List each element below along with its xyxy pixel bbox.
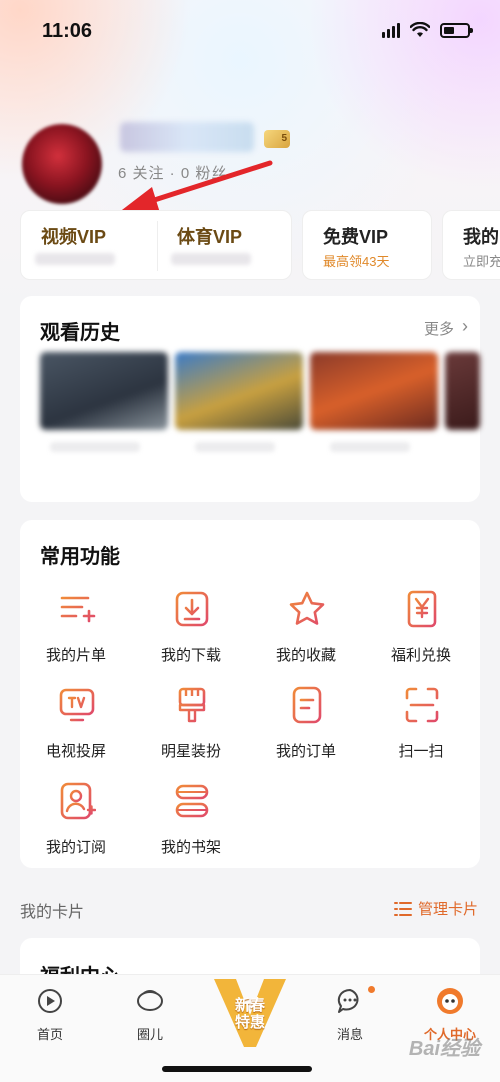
video-vip-status-redacted <box>35 253 115 265</box>
history-thumbnail[interactable] <box>40 352 168 430</box>
scan-icon <box>405 687 439 723</box>
welfare-exchange-button[interactable]: 福利兑换 <box>371 590 471 680</box>
my-playlist-label: 我的片单 <box>45 647 106 664</box>
star-dressup-label: 明星装扮 <box>160 743 221 760</box>
promo-text: 新春 特惠 <box>212 997 288 1031</box>
bookshelf-icon <box>175 784 209 818</box>
promo-line-2: 特惠 <box>234 1014 265 1031</box>
status-icons <box>382 22 473 38</box>
welfare-exchange-label: 福利兑换 <box>390 647 451 664</box>
home-indicator <box>162 1066 312 1072</box>
tab-home-label: 首页 <box>36 1027 63 1042</box>
status-time: 11:06 <box>42 20 93 42</box>
video-vip-title: 视频VIP <box>41 227 107 247</box>
history-caption-redacted <box>330 442 410 452</box>
watch-history-title: 观看历史 <box>40 322 120 344</box>
my-playlist-button[interactable]: 我的片单 <box>26 590 126 680</box>
vip-card-row: 视频VIP 体育VIP 免费VIP 最高领43天 我的 立即充 <box>20 210 500 280</box>
sports-vip-title: 体育VIP <box>177 227 243 247</box>
subscribe-icon <box>60 782 96 820</box>
scan-button[interactable]: 扫一扫 <box>371 686 471 776</box>
history-caption-redacted <box>195 442 275 452</box>
new-year-promo-button[interactable]: 新春 特惠 <box>212 975 288 1051</box>
video-vip-card[interactable]: 视频VIP <box>21 211 157 281</box>
free-vip-title: 免费VIP <box>323 227 389 247</box>
username-redacted[interactable] <box>120 122 254 152</box>
list-icon <box>393 901 412 916</box>
history-thumbnail[interactable] <box>445 352 480 430</box>
battery-icon <box>440 22 473 38</box>
status-bar: 11:06 <box>0 0 500 62</box>
yen-icon <box>407 590 437 628</box>
manage-cards-button[interactable]: 管理卡片 <box>393 898 478 919</box>
vip-membership-card: 视频VIP 体育VIP <box>20 210 292 280</box>
my-card-subtitle: 立即充 <box>463 254 500 269</box>
sports-vip-card[interactable]: 体育VIP <box>157 211 293 281</box>
avatar[interactable] <box>22 124 102 204</box>
signal-icon <box>382 22 400 38</box>
more-link[interactable]: 更多 <box>424 318 454 339</box>
tab-circle-label: 圈儿 <box>136 1027 163 1042</box>
profile-icon <box>437 988 463 1014</box>
sports-vip-status-redacted <box>171 253 251 265</box>
my-wallet-card[interactable]: 我的 立即充 <box>442 210 500 280</box>
tab-messages-label: 消息 <box>336 1027 363 1042</box>
circle-icon <box>137 990 163 1011</box>
common-functions-title: 常用功能 <box>40 546 120 568</box>
my-orders-button[interactable]: 我的订单 <box>256 686 356 776</box>
free-vip-subtitle: 最高领43天 <box>323 254 390 269</box>
tv-icon <box>59 688 95 722</box>
my-bookshelf-label: 我的书架 <box>160 839 221 856</box>
watermark: Bai经验 <box>408 1038 480 1060</box>
my-downloads-label: 我的下载 <box>160 647 221 664</box>
my-favorites-button[interactable]: 我的收藏 <box>256 590 356 680</box>
tab-messages[interactable]: 消息 <box>310 986 390 1043</box>
brush-icon <box>178 687 206 723</box>
playlist-icon <box>60 596 96 623</box>
tab-circle[interactable]: 圈儿 <box>110 987 190 1043</box>
tv-cast-label: 电视投屏 <box>45 743 106 760</box>
my-bookshelf-button[interactable]: 我的书架 <box>141 782 241 872</box>
level-badge: 5 <box>264 130 290 148</box>
my-card-title: 我的 <box>463 227 499 247</box>
my-favorites-label: 我的收藏 <box>275 647 336 664</box>
tv-cast-button[interactable]: 电视投屏 <box>26 686 126 776</box>
download-icon <box>175 591 209 627</box>
chevron-right-icon[interactable]: › <box>462 316 468 337</box>
promo-line-1: 新春 <box>234 997 265 1014</box>
scan-label: 扫一扫 <box>398 743 444 760</box>
star-icon <box>289 591 325 625</box>
my-downloads-button[interactable]: 我的下载 <box>141 590 241 680</box>
history-caption-redacted <box>50 442 140 452</box>
message-icon <box>337 988 359 1013</box>
my-subscriptions-label: 我的订阅 <box>45 839 106 856</box>
star-dressup-button[interactable]: 明星装扮 <box>141 686 241 776</box>
my-cards-label: 我的卡片 <box>20 904 85 921</box>
unread-dot <box>368 986 375 993</box>
my-orders-label: 我的订单 <box>275 743 336 760</box>
home-icon <box>38 989 62 1013</box>
free-vip-card[interactable]: 免费VIP 最高领43天 <box>302 210 432 280</box>
history-thumbnail[interactable] <box>310 352 438 430</box>
common-functions-section: 常用功能 我的片单 我的下载 我的收藏 福利兑换 电视投屏 明星装扮 我的订单 … <box>20 520 480 868</box>
my-subscriptions-button[interactable]: 我的订阅 <box>26 782 126 872</box>
wifi-icon <box>410 22 430 37</box>
order-icon <box>292 686 322 724</box>
history-thumbnail[interactable] <box>175 352 303 430</box>
watch-history-section: 观看历史 更多 › <box>20 296 480 502</box>
tab-home[interactable]: 首页 <box>10 987 90 1043</box>
manage-cards-label: 管理卡片 <box>417 901 478 918</box>
